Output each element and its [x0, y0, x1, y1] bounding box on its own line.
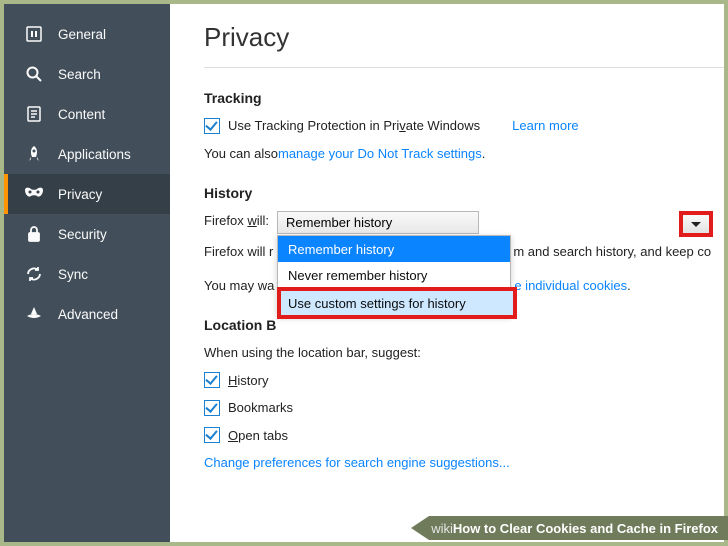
mask-icon [24, 184, 44, 204]
dropdown-arrow-icon[interactable] [679, 211, 713, 237]
location-bar-section: Location B When using the location bar, … [204, 317, 724, 473]
rocket-icon [24, 144, 44, 164]
sidebar-item-label: Content [58, 107, 105, 122]
sidebar-item-content[interactable]: Content [4, 94, 170, 134]
suggest-opentabs-checkbox[interactable] [204, 427, 220, 443]
individual-cookies-link[interactable]: e individual cookies [514, 276, 627, 296]
suggest-bookmarks-checkbox[interactable] [204, 400, 220, 416]
search-suggestions-link[interactable]: Change preferences for search engine sug… [204, 453, 510, 473]
sidebar-item-advanced[interactable]: Advanced [4, 294, 170, 334]
sidebar-item-search[interactable]: Search [4, 54, 170, 94]
sidebar-item-privacy[interactable]: Privacy [4, 174, 170, 214]
history-option-custom[interactable]: Use custom settings for history [277, 287, 517, 319]
history-dropdown-list: Remember history Never remember history … [277, 235, 511, 316]
sidebar-item-label: Security [58, 227, 107, 242]
suggest-history-checkbox[interactable] [204, 372, 220, 388]
location-intro: When using the location bar, suggest: [204, 343, 421, 363]
sidebar-item-label: Advanced [58, 307, 118, 322]
sidebar-item-general[interactable]: General [4, 14, 170, 54]
search-icon [24, 64, 44, 84]
tracking-heading: Tracking [204, 90, 724, 106]
tracking-section: Tracking Use Tracking Protection in Priv… [204, 90, 724, 163]
caption-text: wikiHow to Clear Cookies and Cache in Fi… [429, 516, 728, 540]
hat-icon [24, 304, 44, 324]
sidebar-item-applications[interactable]: Applications [4, 134, 170, 174]
suggest-bookmarks-label: Bookmarks [228, 398, 293, 418]
suggest-history-label: History [228, 371, 268, 391]
suggest-opentabs-label: Open tabs [228, 426, 288, 446]
dnt-text: You can also [204, 144, 278, 164]
sync-icon [24, 264, 44, 284]
sidebar-item-label: General [58, 27, 106, 42]
caption-arrow-icon [411, 516, 429, 540]
history-option-remember[interactable]: Remember history [278, 236, 510, 262]
page-title: Privacy [204, 22, 724, 53]
divider [204, 67, 724, 68]
sidebar-item-security[interactable]: Security [4, 214, 170, 254]
sidebar-item-sync[interactable]: Sync [4, 254, 170, 294]
history-mode-dropdown[interactable]: Remember history [277, 211, 479, 234]
history-heading: History [204, 185, 724, 201]
history-option-never[interactable]: Never remember history [278, 262, 510, 288]
general-icon [24, 24, 44, 44]
history-desc-left: Firefox will r [204, 242, 273, 262]
main-panel: Privacy Tracking Use Tracking Protection… [170, 4, 724, 542]
location-heading: Location B [204, 317, 724, 333]
sidebar-item-label: Privacy [58, 187, 102, 202]
lock-icon [24, 224, 44, 244]
dnt-link[interactable]: manage your Do Not Track settings [278, 144, 482, 164]
cookies-text-left: You may wa [204, 276, 274, 296]
sidebar: General Search Content Applications Priv… [4, 4, 170, 542]
firefox-will-label: Firefox will: [204, 213, 269, 228]
tracking-protection-checkbox[interactable] [204, 118, 220, 134]
learn-more-link[interactable]: Learn more [512, 116, 578, 136]
content-icon [24, 104, 44, 124]
history-section: History Firefox will: Remember history R… [204, 185, 724, 295]
sidebar-item-label: Search [58, 67, 101, 82]
sidebar-item-label: Sync [58, 267, 88, 282]
sidebar-item-label: Applications [58, 147, 131, 162]
caption-bar: wikiHow to Clear Cookies and Cache in Fi… [411, 516, 728, 540]
tracking-protection-label: Use Tracking Protection in Private Windo… [228, 116, 480, 136]
history-desc-right: m and search history, and keep co [513, 242, 711, 262]
